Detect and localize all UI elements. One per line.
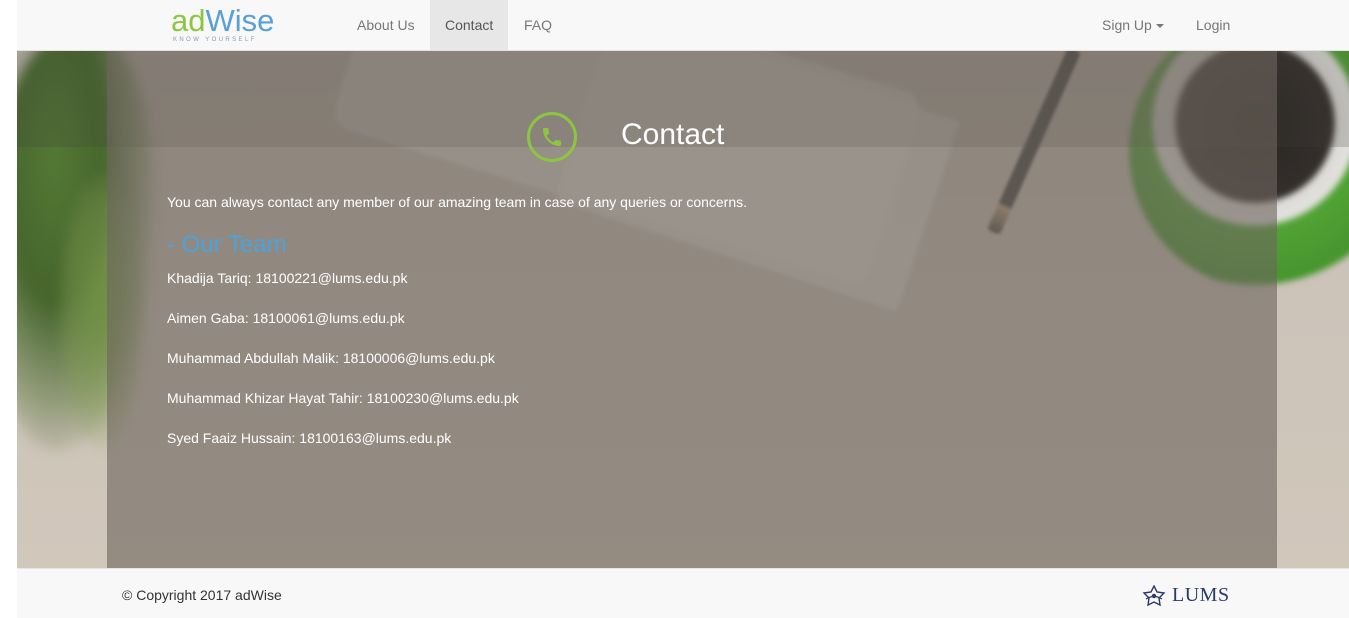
brand-logo[interactable]: adWise KNOW YOURSELF xyxy=(171,2,274,46)
brand-wordmark: adWise xyxy=(171,2,274,40)
brand-suffix: Wise xyxy=(205,3,275,38)
nav-link-contact[interactable]: Contact xyxy=(430,0,509,50)
team-member: Khadija Tariq: 18100221@lums.edu.pk xyxy=(167,270,408,286)
caret-down-icon xyxy=(1155,24,1164,29)
login-link[interactable]: Login xyxy=(1181,0,1245,50)
team-heading: - Our Team xyxy=(167,231,287,258)
intro-text: You can always contact any member of our… xyxy=(167,194,748,210)
copyright-text: © Copyright 2017 adWise xyxy=(122,587,282,603)
sign-up-dropdown[interactable]: Sign Up xyxy=(1087,0,1179,50)
sign-up-label: Sign Up xyxy=(1102,17,1152,33)
footer: © Copyright 2017 adWise LUMS xyxy=(17,568,1349,618)
lums-crest-icon xyxy=(1142,585,1166,607)
team-member: Muhammad Abdullah Malik: 18100006@lums.e… xyxy=(167,350,495,366)
team-member: Aimen Gaba: 18100061@lums.edu.pk xyxy=(167,310,405,326)
team-member: Syed Faaiz Hussain: 18100163@lums.edu.pk xyxy=(167,430,452,446)
navbar: adWise KNOW YOURSELF About Us Contact FA… xyxy=(17,0,1349,51)
phone-icon xyxy=(527,112,577,162)
nav-link-about-us[interactable]: About Us xyxy=(342,0,430,50)
team-member: Muhammad Khizar Hayat Tahir: 18100230@lu… xyxy=(167,390,519,406)
page: adWise KNOW YOURSELF About Us Contact FA… xyxy=(17,0,1349,618)
lums-logo[interactable]: LUMS xyxy=(1142,583,1232,609)
page-title: Contact xyxy=(621,118,725,151)
hero-section: Contact You can always contact any membe… xyxy=(17,51,1349,568)
brand-tagline: KNOW YOURSELF xyxy=(173,37,257,43)
nav-link-faq[interactable]: FAQ xyxy=(509,0,567,50)
lums-wordmark: LUMS xyxy=(1172,584,1230,606)
brand-prefix: ad xyxy=(171,3,206,38)
